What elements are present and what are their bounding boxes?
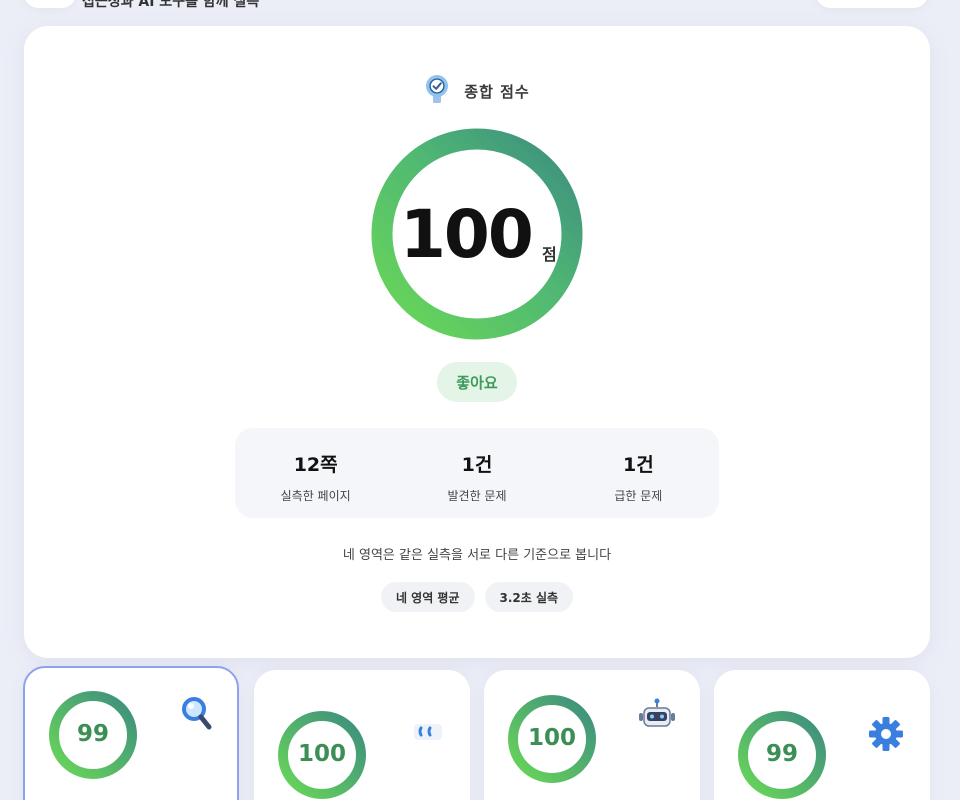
- grade-badge: 좋아요: [437, 362, 517, 402]
- method-note: 네 영역은 같은 실측을 서로 다른 기준으로 봅니다: [342, 548, 612, 563]
- tag-average: 네 영역 평균: [380, 582, 475, 612]
- top-right-button[interactable]: [816, 0, 928, 8]
- category-card-search[interactable]: 99: [23, 666, 239, 800]
- stat-pages: 12쪽 실측한 페이지: [235, 428, 396, 518]
- tag-duration: 3.2초 실측: [484, 582, 574, 612]
- stats-summary: 12쪽 실측한 페이지 1건 발견한 문제 1건 급한 문제: [235, 428, 719, 518]
- info-tags: 네 영역 평균 3.2초 실측: [24, 582, 930, 612]
- back-button[interactable]: [24, 0, 76, 8]
- category-score-value: 99: [76, 721, 109, 747]
- score-badge-icon: [424, 74, 450, 108]
- quote-icon: [414, 722, 442, 746]
- category-card-content[interactable]: 100: [254, 670, 470, 800]
- stat-pages-label: 실측한 페이지: [280, 489, 351, 503]
- magnifier-icon: [181, 696, 215, 736]
- gear-icon: [868, 716, 904, 756]
- page-subtitle: 접근성과 AI 도구를 함께 실측: [82, 0, 260, 10]
- category-card-ai[interactable]: 100: [484, 670, 700, 800]
- overall-title: 종합 점수: [464, 82, 530, 101]
- category-score-value: 100: [527, 725, 576, 751]
- stat-issues-label: 발견한 문제: [447, 489, 507, 503]
- robot-icon: [638, 698, 676, 736]
- stat-urgent: 1건 급한 문제: [558, 428, 719, 518]
- overall-score-unit: 점: [542, 245, 557, 264]
- overall-header: 종합 점수: [24, 74, 930, 108]
- category-score-value: 100: [297, 741, 346, 767]
- stat-urgent-value: 1건: [622, 454, 654, 476]
- category-card-settings[interactable]: 99: [714, 670, 930, 800]
- category-score-value: 99: [765, 741, 798, 767]
- stat-pages-value: 12쪽: [293, 454, 338, 476]
- stat-issues-value: 1건: [461, 454, 493, 476]
- overall-score-card: 종합 점수 100 점 좋아요 12쪽 실측한 페이지 1건 발견한 문제 1건…: [24, 26, 930, 658]
- stat-issues: 1건 발견한 문제: [396, 428, 557, 518]
- stat-urgent-label: 급한 문제: [614, 489, 663, 503]
